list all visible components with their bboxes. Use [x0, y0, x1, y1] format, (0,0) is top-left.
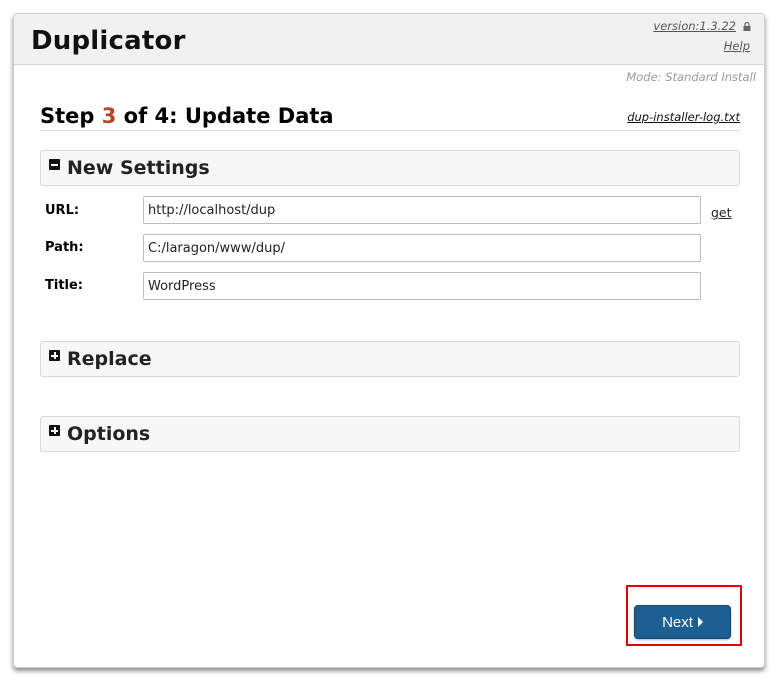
step-number: 3 [101, 104, 117, 128]
section-replace[interactable]: Replace [40, 341, 740, 377]
caret-right-icon [697, 617, 703, 627]
help-link[interactable]: Help [724, 39, 750, 53]
installer-log-link[interactable]: dup-installer-log.txt [627, 110, 740, 124]
section-label: New Settings [67, 157, 210, 179]
title-divider [40, 130, 740, 131]
next-button[interactable]: Next [634, 605, 731, 639]
title-input[interactable] [143, 272, 701, 300]
section-new-settings[interactable]: New Settings [40, 150, 740, 186]
version-link[interactable]: version:1.3.22 [653, 19, 736, 33]
page-title: Step 3 of 4: Update Data [40, 104, 334, 128]
next-button-label: Next [662, 613, 693, 631]
install-mode-text: Mode: Standard Install [626, 70, 756, 84]
section-options[interactable]: Options [40, 416, 740, 452]
plus-icon[interactable] [49, 350, 60, 361]
path-label: Path: [45, 240, 84, 255]
installer-window: Duplicator version:1.3.22 Help Mode: Sta… [13, 13, 765, 668]
step-suffix: of 4: Update Data [116, 104, 334, 128]
url-label: URL: [45, 203, 80, 218]
get-url-link[interactable]: get [711, 205, 732, 220]
section-label: Options [67, 423, 151, 445]
title-label: Title: [45, 278, 84, 293]
section-label: Replace [67, 348, 152, 370]
header-bar: Duplicator version:1.3.22 Help [14, 14, 764, 65]
minus-icon[interactable] [49, 159, 60, 170]
plus-icon[interactable] [49, 425, 60, 436]
brand-title: Duplicator [31, 26, 186, 56]
lock-icon [743, 22, 751, 31]
url-input[interactable] [143, 196, 701, 224]
path-input[interactable] [143, 234, 701, 262]
step-prefix: Step [40, 104, 102, 128]
